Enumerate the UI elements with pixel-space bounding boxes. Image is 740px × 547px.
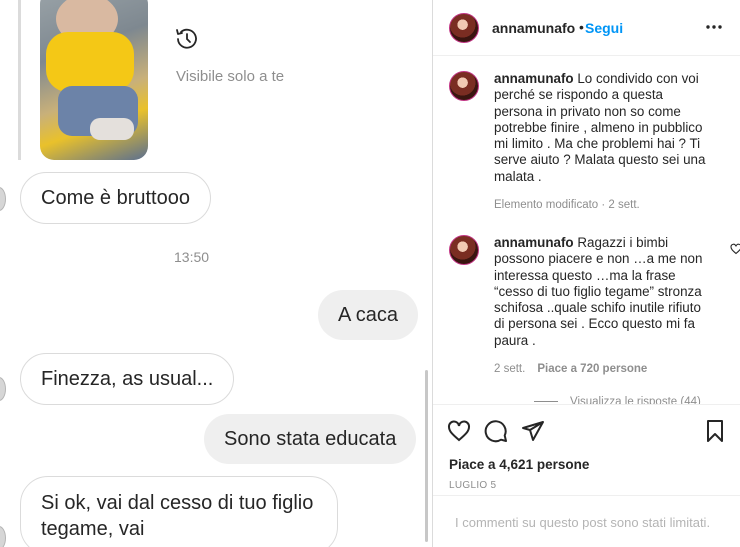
sender-avatar[interactable] <box>0 377 6 401</box>
post-panel: annamunafo • Segui annamunafo Lo condivi… <box>432 0 740 547</box>
comment-likes-link[interactable]: Piace a 720 persone <box>537 363 647 375</box>
comment-author-avatar[interactable] <box>449 235 479 265</box>
post-date: LUGLIO 5 <box>449 480 497 491</box>
comment-body: Lo condivido con voi perché se rispondo … <box>494 71 706 184</box>
view-replies-label: Visualizza le risposte (44) <box>570 396 701 404</box>
sender-avatar[interactable] <box>0 526 6 547</box>
message-bubble-received[interactable]: Si ok, vai dal cesso di tuo figlio tegam… <box>20 476 338 547</box>
view-replies-link[interactable]: Visualizza le risposte (44) <box>534 396 701 404</box>
comment-meta: 2 sett. Piace a 720 persone <box>494 363 647 375</box>
more-options-icon[interactable] <box>705 18 723 36</box>
like-comment-heart-icon[interactable] <box>730 243 740 255</box>
comment-username[interactable]: annamunafo <box>494 71 574 86</box>
save-bookmark-icon[interactable] <box>703 419 727 443</box>
replies-divider-line <box>534 401 558 403</box>
photo-shoe <box>90 118 134 140</box>
comments-limited-text: I commenti su questo post sono stati lim… <box>455 515 711 530</box>
comment-bubble-icon[interactable] <box>484 419 508 443</box>
author-avatar[interactable] <box>449 13 479 43</box>
message-bubble-received[interactable]: Finezza, as usual... <box>20 353 235 405</box>
history-icon <box>176 28 197 49</box>
author-username[interactable]: annamunafo <box>492 20 575 36</box>
comments-limited-notice: I commenti su questo post sono stati lim… <box>433 495 740 547</box>
message-bubble-sent[interactable]: A caca <box>318 290 419 340</box>
comment-meta: Elemento modificato · 2 sett. <box>494 199 640 211</box>
follow-button[interactable]: Segui <box>585 20 623 36</box>
photo-sweater <box>46 32 134 92</box>
comment-text: annamunafo Ragazzi i bimbi possono piace… <box>494 235 714 349</box>
comment-username[interactable]: annamunafo <box>494 235 574 250</box>
chat-scrollbar[interactable] <box>425 370 428 542</box>
separator-dot: • <box>579 19 584 35</box>
comments-list: annamunafo Lo condivido con voi perché s… <box>433 56 740 404</box>
post-like-count[interactable]: Piace a 4,621 persone <box>449 457 589 472</box>
reply-indicator-bar <box>18 0 21 160</box>
share-paper-plane-icon[interactable] <box>521 419 545 443</box>
post-action-bar <box>433 404 740 456</box>
visible-only-to-you-note: Visibile solo a te <box>176 68 285 85</box>
sender-avatar[interactable] <box>0 187 6 211</box>
comment-text: annamunafo Lo condivido con voi perché s… <box>494 71 714 185</box>
message-bubble-received[interactable]: Come è bruttooo <box>20 172 211 224</box>
comment-age: 2 sett. <box>494 363 526 375</box>
comment-body: Ragazzi i bimbi possono piacere e non …a… <box>494 235 703 348</box>
comment-author-avatar[interactable] <box>449 71 479 101</box>
message-bubble-sent[interactable]: Sono stata educata <box>204 414 417 464</box>
shared-photo[interactable] <box>40 0 148 160</box>
direct-message-thread: Visibile solo a te Come è bruttooo 13:50… <box>0 0 432 547</box>
like-heart-icon[interactable] <box>447 419 471 443</box>
message-timestamp: 13:50 <box>174 249 210 265</box>
post-header: annamunafo • Segui <box>433 0 740 56</box>
